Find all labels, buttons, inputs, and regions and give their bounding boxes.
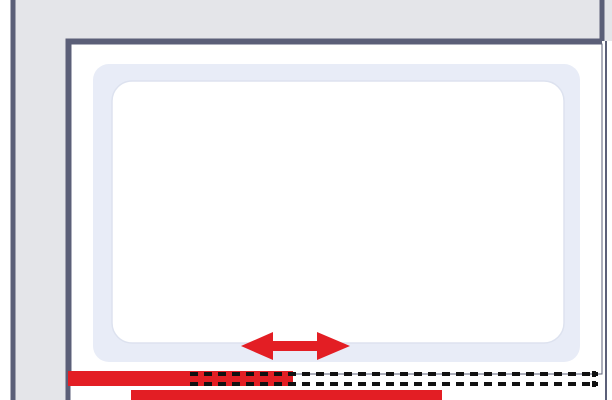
bathtub [70,43,603,375]
shower-diagram [0,0,612,400]
sliding-panel [131,390,442,400]
bathtub-basin [111,80,565,344]
fixed-panel [68,371,293,386]
bath-screen-diagram [10,0,612,400]
